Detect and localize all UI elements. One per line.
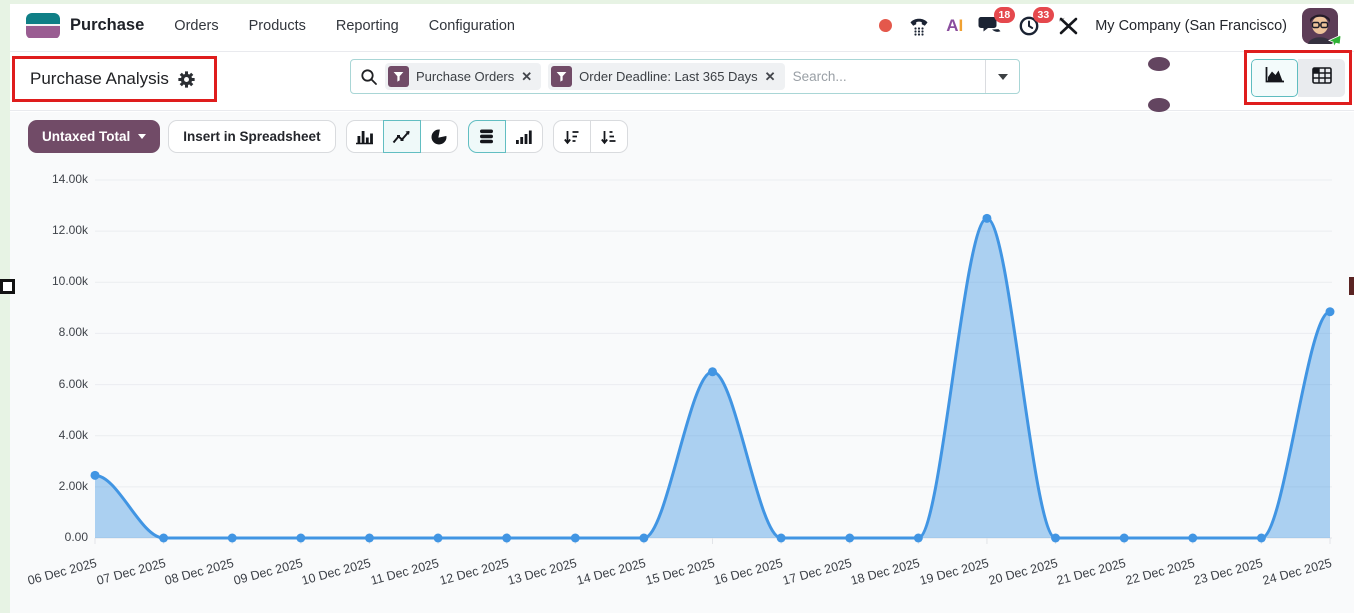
measures-button[interactable]: Untaxed Total [28, 120, 161, 153]
pivot-view-button[interactable] [1298, 58, 1345, 97]
line-chart-icon [392, 130, 410, 143]
stacked-icon [480, 129, 494, 144]
search-dropdown-toggle[interactable] [985, 60, 1019, 93]
top-navbar: Purchase Orders Products Reporting Configur… [0, 0, 1354, 52]
menu-item-products[interactable]: Products [249, 18, 306, 34]
dropdown-caret-icon [997, 73, 1008, 80]
annotation-handle-top [1148, 57, 1170, 71]
pie-chart-button[interactable] [419, 120, 458, 153]
filter-chip[interactable]: Order Deadline: Last 365 Days ✕ [548, 63, 785, 90]
sort-desc-icon [564, 130, 579, 144]
bar-chart-icon [356, 131, 374, 145]
switcher-annotation-box [1244, 50, 1352, 105]
insert-spreadsheet-button[interactable]: Insert in Spreadsheet [168, 120, 336, 153]
edge-strip-top [0, 0, 1354, 4]
gear-icon[interactable] [178, 70, 195, 88]
area-view-icon [1264, 66, 1286, 89]
stacked-toggle-button[interactable] [467, 120, 506, 153]
avatar[interactable] [1302, 7, 1342, 48]
cumulative-icon [515, 130, 532, 144]
measure-caret-icon [138, 134, 147, 139]
company-switcher[interactable]: My Company (San Francisco) [1095, 18, 1287, 34]
filter-chips: Purchase Orders ✕ Order Deadline: Last 365… [385, 63, 785, 90]
annotation-handle-bottom [1148, 98, 1170, 112]
app-title[interactable]: Purchase [70, 16, 144, 35]
edge-strip-left [0, 0, 10, 613]
graph-view-button[interactable] [1251, 58, 1298, 97]
line-chart-button[interactable] [382, 120, 421, 153]
tools-icon[interactable] [1056, 14, 1080, 38]
filter-chip-label: Purchase Orders [416, 69, 515, 84]
clear-filter-icon[interactable]: ✕ [765, 69, 776, 85]
selection-handle-left [0, 279, 15, 294]
menu-item-orders[interactable]: Orders [174, 18, 218, 34]
filter-chip[interactable]: Purchase Orders ✕ [385, 63, 542, 90]
page-title: Purchase Analysis [30, 69, 169, 88]
app-brand[interactable]: Purchase [26, 12, 144, 39]
activity-badge: 33 [1032, 6, 1055, 23]
filter-funnel-icon [551, 66, 573, 87]
sort-asc-button[interactable] [589, 120, 628, 153]
menu-item-reporting[interactable]: Reporting [336, 18, 399, 34]
cumulative-toggle-button[interactable] [504, 120, 543, 153]
search-bar: Purchase Orders ✕ Order Deadline: Last 365… [350, 57, 1170, 112]
systray: AI 18 33 My Company (San Francisco) [879, 6, 1342, 48]
phone-icon[interactable] [907, 14, 931, 38]
filter-chip-label: Order Deadline: Last 365 Days [579, 69, 758, 84]
plane-status-icon [1327, 33, 1342, 48]
menu-item-configuration[interactable]: Configuration [429, 18, 515, 34]
search-input[interactable] [792, 69, 985, 84]
main-menu: Orders Products Reporting Configuration [174, 18, 515, 34]
selection-handle-right [1349, 277, 1354, 295]
content-background [0, 112, 1354, 613]
chat-badge: 18 [993, 6, 1016, 23]
page-root: Purchase Orders Products Reporting Configur… [0, 0, 1354, 613]
clock-icon[interactable]: 33 [1017, 6, 1055, 38]
search-icon [360, 68, 378, 86]
clear-filter-icon[interactable]: ✕ [521, 69, 532, 85]
filter-funnel-icon [388, 66, 409, 87]
chart-type-group [345, 120, 458, 153]
sort-group [552, 120, 628, 153]
bar-chart-button[interactable] [345, 120, 384, 153]
chat-icon[interactable]: 18 [978, 6, 1016, 38]
purchase-app-icon[interactable] [26, 12, 60, 39]
record-indicator-icon[interactable] [879, 19, 893, 32]
pivot-view-icon [1311, 66, 1332, 89]
stacked-group [467, 120, 543, 153]
control-panel: Purchase Analysis Purchase Orders ✕ Order … [0, 50, 1354, 112]
title-annotation-box: Purchase Analysis [12, 56, 217, 102]
ai-logo-icon[interactable]: AI [946, 16, 963, 36]
graph-toolbar: Untaxed Total Insert in Spreadsheet [28, 120, 628, 153]
sort-desc-button[interactable] [552, 120, 591, 153]
view-switcher [1251, 58, 1345, 97]
sort-asc-icon [601, 130, 616, 144]
pie-chart-icon [431, 128, 447, 144]
